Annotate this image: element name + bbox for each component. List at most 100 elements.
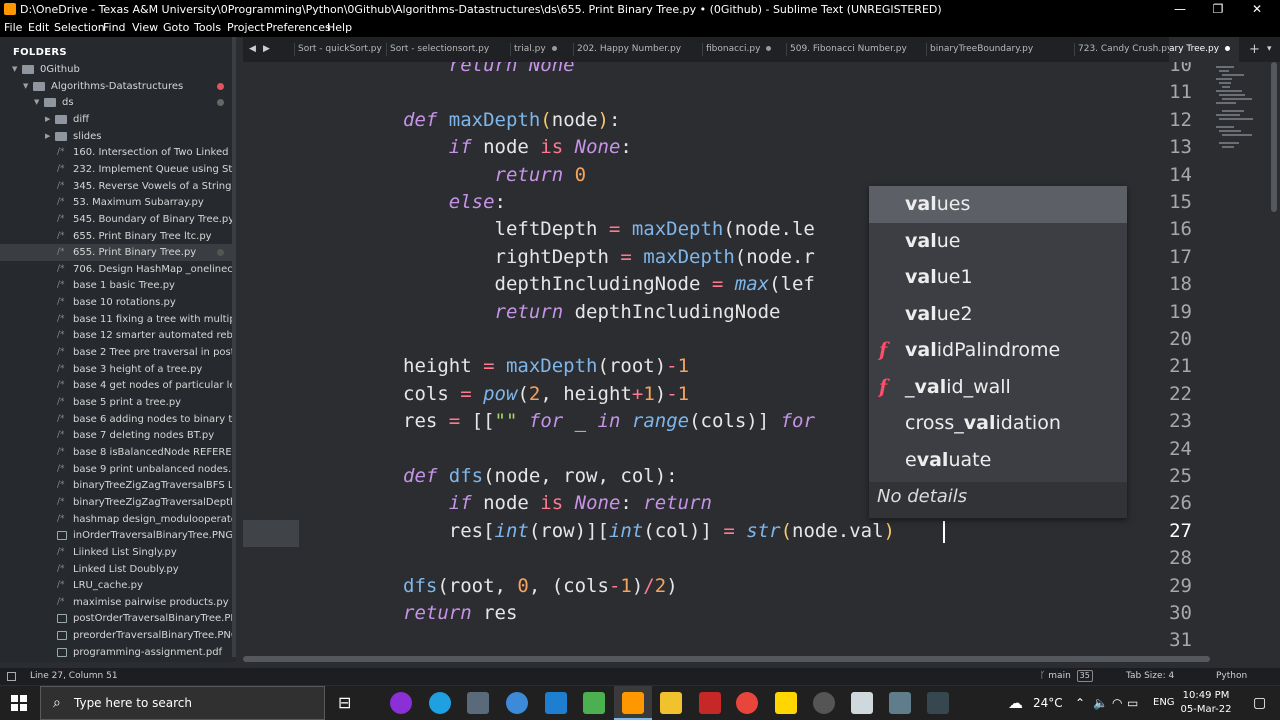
sidebar-item[interactable]: ▶ slides (0, 128, 236, 145)
menu-project[interactable]: Project (227, 19, 265, 37)
system-clock[interactable]: 10:49 PM 05-Mar-22 (1176, 689, 1236, 717)
chevron-down-icon[interactable]: ▼ (34, 94, 39, 111)
unsaved-dot-icon[interactable] (1225, 46, 1231, 51)
tab-item[interactable]: 202. Happy Number.py (577, 37, 702, 62)
code-line[interactable]: def maxDepth(node): (403, 107, 620, 134)
tray-overflow-icon[interactable]: ⌃ (1075, 686, 1085, 720)
autocomplete-item[interactable]: values (869, 186, 1127, 223)
sidebar-item[interactable]: ▼ 0Github (0, 61, 236, 78)
autocomplete-item[interactable]: f validPalindrome (869, 332, 1127, 369)
sidebar-item[interactable]: /* base 6 adding nodes to binary tree. (0, 411, 236, 428)
menu-view[interactable]: View (132, 19, 158, 37)
unsaved-dot-icon[interactable] (766, 46, 772, 51)
sidebar-item[interactable]: ▼ ds (0, 94, 236, 111)
menu-file[interactable]: File (4, 19, 22, 37)
code-line[interactable]: def dfs(node, row, col): (403, 463, 678, 490)
chrome-icon[interactable] (736, 692, 758, 714)
chevron-down-icon[interactable]: ▼ (23, 78, 28, 95)
menu-edit[interactable]: Edit (28, 19, 49, 37)
globe-app-icon[interactable] (506, 692, 528, 714)
git-app-icon[interactable] (583, 692, 605, 714)
tab-item[interactable]: 723. Candy Crush.py (1078, 37, 1169, 62)
sidebar-scrollbar[interactable] (232, 37, 236, 657)
tab-item[interactable]: binaryTreeBoundary.py (930, 37, 1074, 62)
minimize-icon[interactable]: — (1160, 0, 1200, 19)
menu-tools[interactable]: Tools (194, 19, 221, 37)
tab-item[interactable]: fibonacci.py (706, 37, 786, 62)
tab-dropdown-icon[interactable]: ▾ (1267, 37, 1272, 62)
terminal-icon[interactable] (927, 692, 949, 714)
notifications-icon[interactable]: ▢ (1253, 686, 1266, 720)
snipping-tool-icon[interactable] (467, 692, 489, 714)
sidebar-item[interactable]: /* base 10 rotations.py (0, 294, 236, 311)
code-line[interactable]: return res (403, 600, 517, 627)
sidebar-item[interactable]: /* maximise pairwise products.py (0, 594, 236, 611)
sublime-text-icon[interactable] (622, 692, 644, 714)
sidebar-item[interactable]: /* base 9 print unbalanced nodes.py (0, 461, 236, 478)
syntax-selector[interactable]: Python (1216, 668, 1247, 685)
horizontal-scrollbar[interactable] (243, 656, 1210, 662)
sidebar-item[interactable]: /* 160. Intersection of Two Linked Lists (0, 144, 236, 161)
panel-toggle-icon[interactable] (7, 672, 16, 681)
battery-icon[interactable]: ▭ (1127, 686, 1138, 720)
sidebar-item[interactable]: ▶ diff (0, 111, 236, 128)
sticky-notes-icon[interactable] (775, 692, 797, 714)
code-line[interactable]: if node is None: (403, 134, 632, 161)
menu-help[interactable]: Help (327, 19, 352, 37)
app-podcast-icon[interactable] (390, 692, 412, 714)
chevron-right-icon[interactable]: ▶ (45, 111, 50, 128)
sidebar-item[interactable]: /* base 4 get nodes of particular level (0, 377, 236, 394)
code-line[interactable]: if node is None: return (403, 490, 712, 517)
menu-goto[interactable]: Goto (163, 19, 189, 37)
tab-size[interactable]: Tab Size: 4 (1126, 668, 1174, 685)
media-app-icon[interactable] (813, 692, 835, 714)
tab-scroll-left-icon[interactable]: ◀ (249, 37, 256, 62)
close-icon[interactable]: ✕ (1237, 0, 1277, 19)
sidebar-item[interactable]: /* binaryTreeZigZagTraversalBFS LC.py (0, 477, 236, 494)
code-line[interactable]: height = maxDepth(root)-1 (403, 353, 689, 380)
calculator-icon[interactable] (889, 692, 911, 714)
task-view-icon[interactable]: ⊟ (338, 686, 351, 720)
sidebar-item[interactable]: /* base 3 height of a tree.py (0, 361, 236, 378)
network-icon[interactable]: ◠ (1112, 686, 1122, 720)
sidebar-item[interactable]: /* base 11 fixing a tree with multiple p (0, 311, 236, 328)
sidebar-item[interactable]: preorderTraversalBinaryTree.PNG (0, 627, 236, 644)
code-line[interactable]: res[int(row)][int(col)] = str(node.val) (403, 518, 895, 545)
sidebar-item[interactable]: /* 545. Boundary of Binary Tree.py (0, 211, 236, 228)
code-line[interactable]: return None (403, 62, 575, 79)
weather-temperature[interactable]: 24°C (1033, 686, 1063, 720)
sidebar-item[interactable]: postOrderTraversalBinaryTree.PNG (0, 610, 236, 627)
new-tab-icon[interactable]: + (1249, 37, 1260, 62)
input-language[interactable]: ENG (1153, 686, 1175, 720)
sidebar-item[interactable]: ▼ Algorithms-Datastructures (0, 78, 236, 95)
sidebar-item[interactable]: /* base 8 isBalancedNode REFERENCE (0, 444, 236, 461)
file-explorer-icon[interactable] (660, 692, 682, 714)
code-line[interactable]: leftDepth = maxDepth(node.le (403, 216, 815, 243)
vscode-icon[interactable] (545, 692, 567, 714)
maximize-icon[interactable]: ❐ (1198, 0, 1238, 19)
menu-find[interactable]: Find (103, 19, 126, 37)
sidebar-item[interactable]: /* binaryTreeZigZagTraversalDepthFS (0, 494, 236, 511)
weather-icon[interactable]: ☁ (1008, 686, 1023, 720)
autocomplete-item[interactable]: evaluate (869, 442, 1127, 479)
windows-start-icon[interactable] (11, 695, 27, 711)
sidebar-item[interactable]: /* 655. Print Binary Tree ltc.py (0, 228, 236, 245)
code-line[interactable]: return 0 (403, 162, 587, 189)
autocomplete-item[interactable]: value2 (869, 296, 1127, 333)
autocomplete-item[interactable]: cross_validation (869, 405, 1127, 442)
autocomplete-item[interactable]: value1 (869, 259, 1127, 296)
sidebar-item[interactable]: /* base 12 smarter automated rebalan (0, 327, 236, 344)
sidebar-item[interactable]: /* Liinked List Singly.py (0, 544, 236, 561)
code-line[interactable]: rightDepth = maxDepth(node.r (403, 244, 815, 271)
chevron-right-icon[interactable]: ▶ (45, 128, 50, 145)
autocomplete-item[interactable]: value (869, 223, 1127, 260)
sidebar-item[interactable]: /* Linked List Doubly.py (0, 561, 236, 578)
sidebar-item[interactable]: /* base 2 Tree pre traversal in post tra (0, 344, 236, 361)
menu-preferences[interactable]: Preferences (266, 19, 331, 37)
taskbar-search-input[interactable]: ⌕ Type here to search (40, 686, 325, 720)
tab-scroll-right-icon[interactable]: ▶ (263, 37, 270, 62)
chevron-down-icon[interactable]: ▼ (12, 61, 17, 78)
sidebar-item[interactable]: inOrderTraversalBinaryTree.PNG (0, 527, 236, 544)
menu-selection[interactable]: Selection (54, 19, 105, 37)
tab-item[interactable]: trial.py (514, 37, 574, 62)
